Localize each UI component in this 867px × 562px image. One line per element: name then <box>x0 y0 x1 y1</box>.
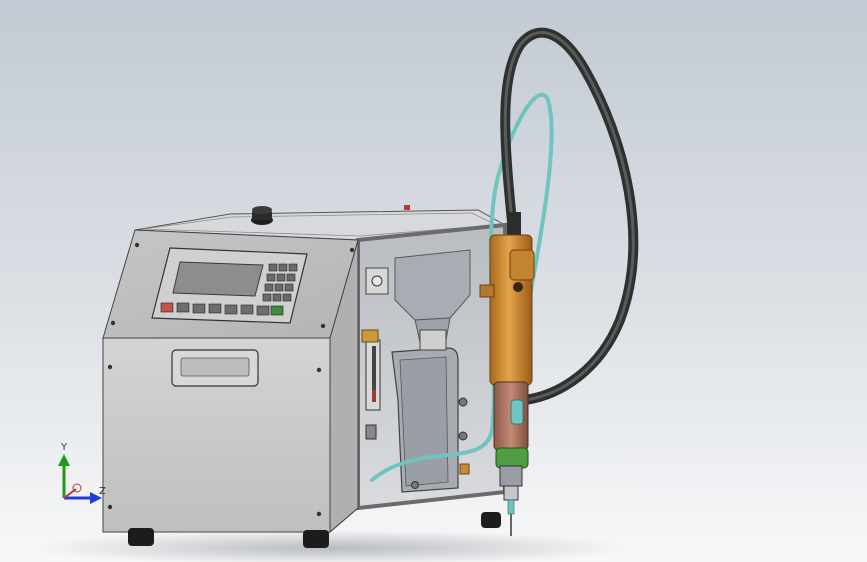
lid-indicator <box>404 205 410 210</box>
foot-rear-right <box>481 512 501 528</box>
foot-front-left <box>128 528 154 546</box>
screwdriver-green-collar <box>495 447 529 469</box>
axis-z-label: Z <box>99 486 106 497</box>
coordinate-triad: Y Z <box>52 440 112 510</box>
cad-viewport[interactable]: Y Z <box>0 0 867 562</box>
brass-block <box>361 329 379 343</box>
machine-3d-model[interactable] <box>0 0 867 562</box>
axis-y-label: Y <box>61 442 68 453</box>
brass-fitting <box>459 463 470 475</box>
lcd-screen <box>172 261 264 297</box>
foot-front-right <box>303 530 329 548</box>
inner-bracket-small <box>419 329 447 351</box>
floor-shadow <box>30 530 630 562</box>
